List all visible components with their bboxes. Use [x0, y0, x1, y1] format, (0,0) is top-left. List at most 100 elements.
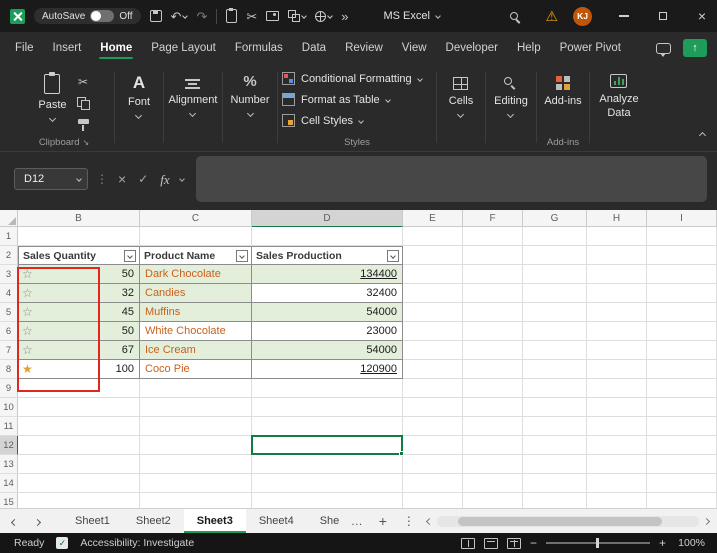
cell[interactable]	[463, 284, 523, 303]
undo-button[interactable]: ↶	[171, 10, 188, 23]
new-sheet-button[interactable]: +	[371, 509, 395, 533]
column-header-E[interactable]: E	[403, 210, 463, 227]
cell[interactable]	[523, 379, 587, 398]
cell[interactable]	[587, 455, 647, 474]
cell[interactable]	[252, 417, 403, 436]
autosave-toggle[interactable]: AutoSave Off	[34, 8, 141, 24]
conditional-formatting-button[interactable]: Conditional Formatting	[282, 72, 422, 85]
table-header-sales-production[interactable]: Sales Production	[252, 246, 403, 265]
row-header[interactable]: 9	[0, 379, 18, 398]
cell[interactable]	[523, 322, 587, 341]
accessibility-status[interactable]: Accessibility: Investigate	[80, 537, 194, 549]
cell[interactable]	[463, 303, 523, 322]
cell[interactable]	[403, 417, 463, 436]
cell[interactable]	[647, 455, 717, 474]
page-break-view-button[interactable]	[507, 538, 521, 549]
dialog-launcher-icon[interactable]: ↘	[82, 138, 89, 147]
filter-button[interactable]	[124, 250, 136, 262]
cell[interactable]	[523, 417, 587, 436]
cell[interactable]	[140, 436, 252, 455]
font-menu-button[interactable]: A Font	[128, 64, 150, 118]
cell[interactable]	[463, 379, 523, 398]
select-all-button[interactable]	[0, 210, 18, 227]
sheet-tab-sheet4[interactable]: Sheet4	[246, 509, 307, 533]
filter-button[interactable]	[387, 250, 399, 262]
tab-data[interactable]: Data	[301, 34, 327, 62]
cancel-button[interactable]: ×	[116, 172, 128, 186]
cell[interactable]	[523, 398, 587, 417]
cell[interactable]	[523, 455, 587, 474]
editing-menu-button[interactable]: Editing	[494, 64, 528, 117]
cell[interactable]	[403, 360, 463, 379]
normal-view-button[interactable]	[461, 538, 475, 549]
cell-product[interactable]: Muffins	[140, 303, 252, 322]
cell[interactable]	[523, 493, 587, 508]
cell-production[interactable]: 134400	[252, 265, 403, 284]
cell[interactable]	[403, 284, 463, 303]
cell[interactable]	[647, 360, 717, 379]
sheet-tab-sheet3-active[interactable]: Sheet3	[184, 509, 246, 533]
cell[interactable]	[587, 284, 647, 303]
web-qat-button[interactable]	[315, 11, 332, 22]
cell[interactable]	[463, 474, 523, 493]
cell[interactable]	[463, 493, 523, 508]
tab-power-pivot[interactable]: Power Pivot	[559, 34, 622, 62]
name-box[interactable]: D12	[14, 168, 88, 190]
cell-product[interactable]: Dark Chocolate	[140, 265, 252, 284]
sheet-tab-sheet5-truncated[interactable]: She	[307, 509, 343, 533]
accessibility-checker-icon[interactable]: ✓	[56, 537, 68, 549]
enter-button[interactable]: ✓	[136, 173, 150, 185]
warning-icon[interactable]: ⚠	[545, 9, 558, 23]
cell-production[interactable]: 54000	[252, 303, 403, 322]
cell-production[interactable]: 120900	[252, 360, 403, 379]
cell[interactable]	[647, 284, 717, 303]
cell[interactable]	[523, 341, 587, 360]
format-as-table-button[interactable]: Format as Table	[282, 93, 390, 106]
column-header-I[interactable]: I	[647, 210, 717, 227]
cell[interactable]	[463, 436, 523, 455]
cell[interactable]	[252, 455, 403, 474]
close-button[interactable]: ×	[687, 0, 717, 32]
row-header[interactable]: 8	[0, 360, 18, 379]
tab-formulas[interactable]: Formulas	[234, 34, 284, 62]
cell[interactable]	[587, 493, 647, 508]
cell-production[interactable]: 23000	[252, 322, 403, 341]
cut-button[interactable]: ✂	[78, 76, 88, 88]
cell[interactable]	[403, 474, 463, 493]
collapse-ribbon-button[interactable]	[700, 125, 705, 143]
restore-button[interactable]	[648, 0, 678, 32]
cell[interactable]	[647, 398, 717, 417]
avatar[interactable]: KJ	[573, 7, 592, 26]
minimize-button[interactable]	[609, 0, 639, 32]
cell[interactable]	[140, 227, 252, 246]
row-header[interactable]: 14	[0, 474, 18, 493]
cell[interactable]	[252, 474, 403, 493]
row-header[interactable]: 6	[0, 322, 18, 341]
cell[interactable]	[463, 322, 523, 341]
zoom-level[interactable]: 100%	[675, 537, 705, 549]
cell[interactable]	[403, 398, 463, 417]
cell[interactable]	[523, 360, 587, 379]
row-header[interactable]: 15	[0, 493, 18, 508]
cell[interactable]	[647, 379, 717, 398]
cell[interactable]	[18, 227, 140, 246]
cell[interactable]	[587, 246, 647, 265]
row-header[interactable]: 1	[0, 227, 18, 246]
formula-input[interactable]	[196, 156, 707, 202]
cell[interactable]	[523, 227, 587, 246]
row-header[interactable]: 2	[0, 246, 18, 265]
cell[interactable]	[523, 474, 587, 493]
picture-qat-button[interactable]	[266, 11, 279, 21]
paste-button[interactable]: Paste	[38, 64, 66, 121]
cut-qat-button[interactable]: ✂	[246, 10, 257, 23]
cell[interactable]	[463, 360, 523, 379]
cell[interactable]	[647, 474, 717, 493]
paste-qat-button[interactable]	[226, 9, 237, 23]
row-header[interactable]: 11	[0, 417, 18, 436]
chevron-right-icon[interactable]	[703, 517, 710, 524]
more-sheets-button[interactable]: …	[343, 509, 371, 533]
cell-product[interactable]: White Chocolate	[140, 322, 252, 341]
cell[interactable]	[463, 246, 523, 265]
cell[interactable]	[647, 341, 717, 360]
zoom-slider[interactable]	[546, 542, 650, 544]
